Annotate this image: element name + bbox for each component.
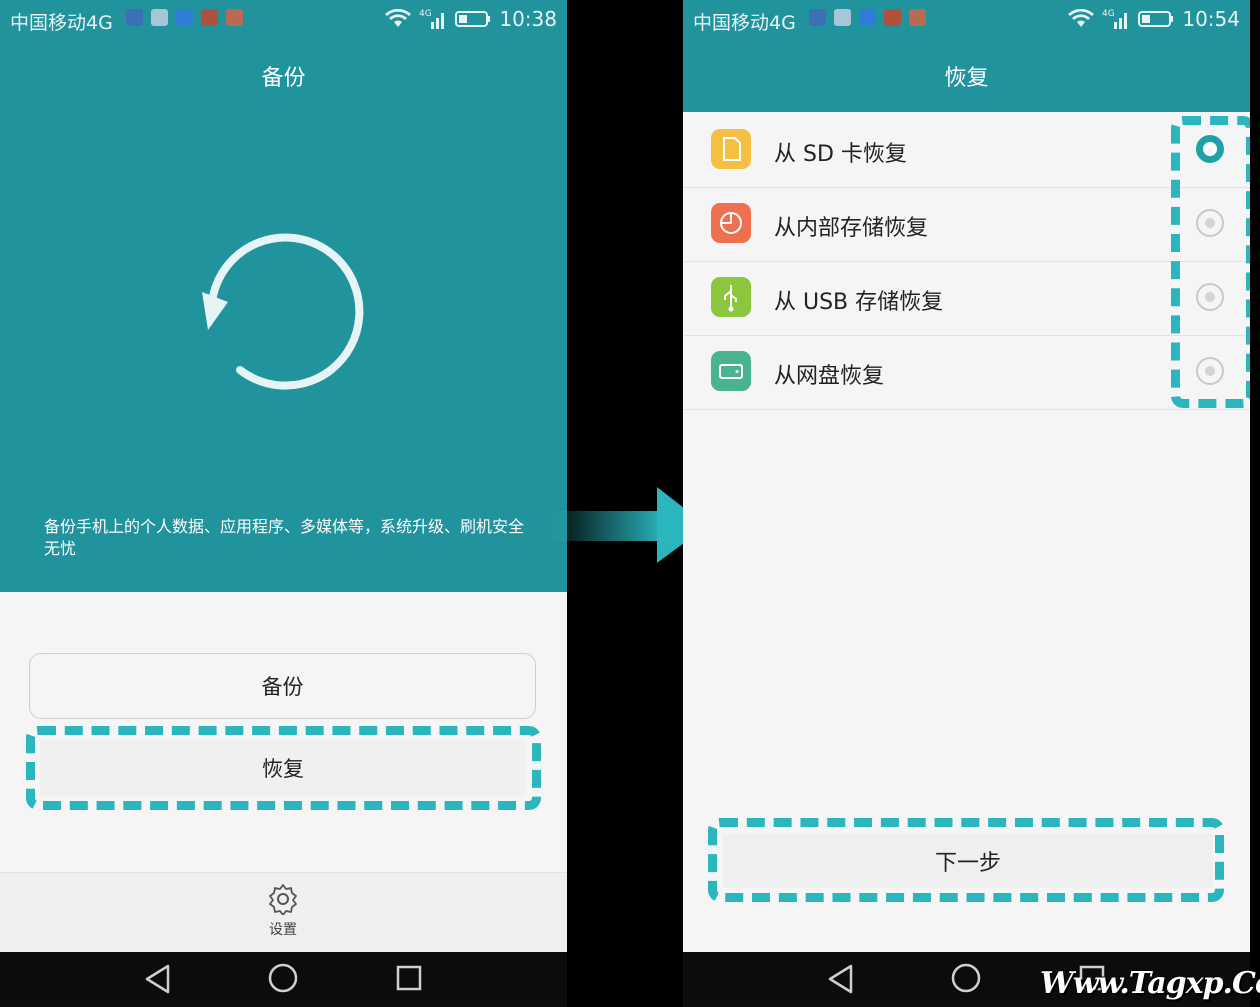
option-internal-storage[interactable]: 从内部存储恢复 [683,187,1250,262]
battery-icon [1138,11,1174,27]
settings-app-icon [859,9,876,26]
wifi-icon [385,9,412,27]
clock: 10:54 [1182,7,1240,31]
sd-card-icon [711,129,751,169]
radio-highlight [1171,116,1250,408]
bottom-bar: 设置 [0,872,567,953]
option-sd-card[interactable]: 从 SD 卡恢复 [683,113,1250,188]
usb-icon [711,277,751,317]
next-highlight [708,818,1224,902]
carrier-label: 中国移动4G [10,12,113,34]
backup-header: 中国移动4G 4G 10:38 备份 备份手机上的个人数据、应用程序、多媒体等，… [0,0,567,592]
gallery-icon [834,9,851,26]
network-type: 4G [1102,9,1115,19]
notification-icons [126,9,243,26]
restore-screen: 中国移动4G 4G 10:54 恢复 从 SD 卡恢复 从内部存储恢复 从 US… [683,0,1250,1007]
gear-icon [269,884,297,916]
settings-button[interactable]: 设置 [250,883,316,939]
navigation-bar [0,952,567,1007]
back-icon[interactable] [144,964,172,994]
signal-icon: 4G [1102,9,1128,29]
home-icon[interactable] [951,963,981,993]
settings-label: 设置 [269,922,297,938]
backup-button[interactable]: 备份 [29,653,536,719]
health-app-icon [126,9,143,26]
recents-icon[interactable] [396,965,422,991]
huawei-icon [201,9,218,26]
restore-highlight [26,726,541,810]
huawei-icon [884,9,901,26]
option-cloud-drive[interactable]: 从网盘恢复 [683,335,1250,410]
back-icon[interactable] [827,964,855,994]
option-label: 从网盘恢复 [774,364,885,389]
carrier-label: 中国移动4G [693,12,796,34]
page-title: 备份 [261,66,306,91]
restore-header: 中国移动4G 4G 10:54 恢复 [683,0,1250,112]
notification-icons [809,9,926,26]
internal-storage-icon [711,203,751,243]
network-type: 4G [419,9,432,19]
option-label: 从内部存储恢复 [774,216,929,241]
battery-icon [455,11,491,27]
status-bar: 中国移动4G 4G 10:54 [683,0,1250,40]
signal-icon: 4G [419,9,445,29]
health-app-icon [809,9,826,26]
option-usb-storage[interactable]: 从 USB 存储恢复 [683,261,1250,336]
status-bar: 中国移动4G 4G 10:38 [0,0,567,40]
clock: 10:38 [499,7,557,31]
wifi-icon [1068,9,1095,27]
option-label: 从 SD 卡恢复 [774,142,907,167]
backup-description: 备份手机上的个人数据、应用程序、多媒体等，系统升级、刷机安全无忧 [44,517,525,558]
page-title: 恢复 [944,66,989,91]
watermark: Www.Tagxp.Com [1040,966,1260,1001]
gallery-icon [151,9,168,26]
cloud-drive-icon [711,351,751,391]
blocked-icon [909,9,926,26]
backup-restore-icon [202,233,364,390]
settings-app-icon [176,9,193,26]
backup-screen: 中国移动4G 4G 10:38 备份 备份手机上的个人数据、应用程序、多媒体等，… [0,0,567,1007]
blocked-icon [226,9,243,26]
option-label: 从 USB 存储恢复 [774,290,944,315]
home-icon[interactable] [268,963,298,993]
